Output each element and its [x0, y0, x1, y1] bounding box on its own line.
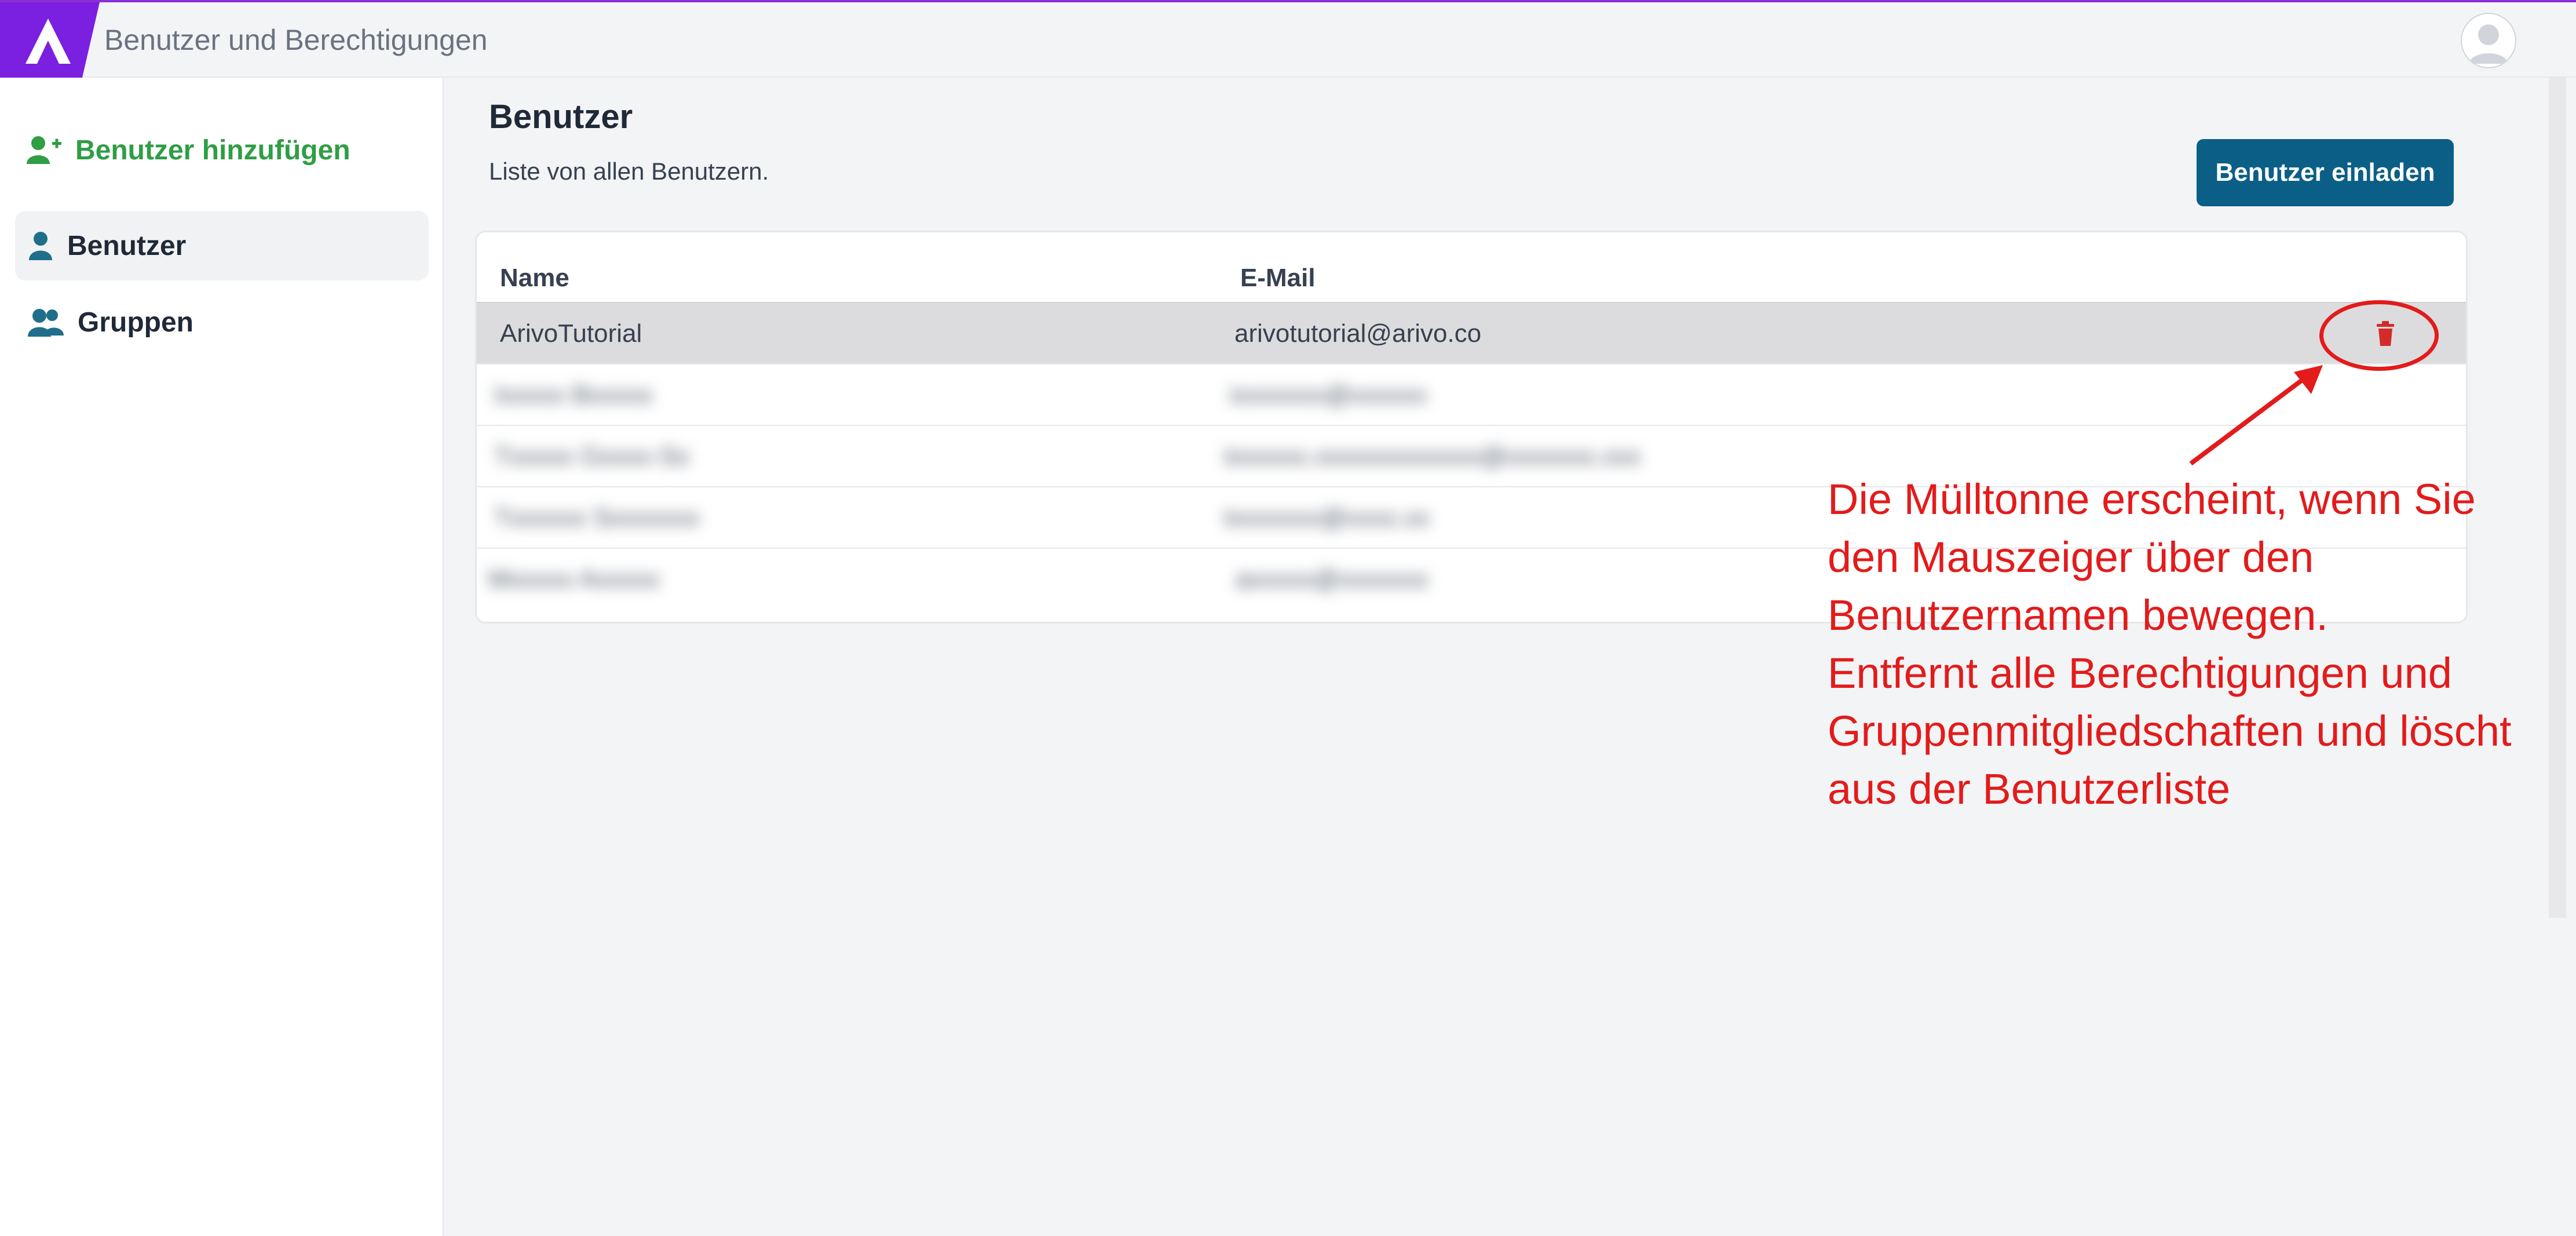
user-name: Txxxxxx Sxxxxxxx: [494, 504, 700, 532]
annotation-line: Die Mülltonne erscheint, wenn Sie: [1828, 475, 2476, 523]
top-bar: Benutzer und Berechtigungen: [0, 0, 2576, 80]
annotation-line: Entfernt alle Berechtigungen und: [1828, 649, 2452, 697]
annotation-line: Benutzernamen bewegen.: [1828, 591, 2328, 639]
logo-icon: [25, 19, 71, 64]
column-header-email[interactable]: E-Mail: [1240, 264, 1316, 293]
user-email: txxxxxxx@xxxx.xx: [1224, 504, 1430, 532]
column-header-name[interactable]: Name: [500, 264, 569, 293]
sidebar-item-label: Benutzer: [67, 230, 187, 261]
sidebar: Benutzer hinzufügen Benutzer Gruppen: [0, 78, 444, 1236]
app-logo[interactable]: [0, 2, 100, 80]
app-title: Benutzer und Berechtigungen: [104, 24, 488, 56]
user-email: ixxxxxxx@xxxxxx: [1230, 381, 1427, 409]
annotation-arrow: [2189, 365, 2323, 466]
page-title: Benutzer: [489, 98, 633, 136]
user-icon: [29, 232, 52, 260]
user-name: ArivoTutorial: [500, 319, 642, 348]
page-subtitle: Liste von allen Benutzern.: [489, 158, 769, 185]
annotation-line: Gruppenmitgliedschaften und löscht: [1828, 707, 2512, 755]
user-name: Mxxxxx Axxxxx: [488, 565, 660, 593]
avatar-icon: [2469, 24, 2508, 64]
annotation-text: Die Mülltonne erscheint, wenn Sie den Ma…: [1828, 471, 2563, 818]
user-avatar[interactable]: [2461, 13, 2516, 68]
highlight-ellipse: [2319, 300, 2439, 371]
table-row[interactable]: Ixxxxx Bxxxxx ixxxxxxx@xxxxxx: [477, 363, 2466, 425]
user-email: arivotutorial@arivo.co: [1234, 319, 1482, 348]
annotation-line: den Mauszeiger über den: [1828, 533, 2314, 581]
annotation-line: aus der Benutzerliste: [1828, 765, 2231, 813]
sidebar-item-benutzer[interactable]: Benutzer: [15, 211, 429, 280]
user-email: txxxxxx.xxxxxxxxxxxxx@xxxxxxx.xxx: [1224, 442, 1641, 471]
users-icon: [28, 309, 64, 337]
sidebar-item-gruppen[interactable]: Gruppen: [15, 287, 429, 357]
scrollbar[interactable]: [2549, 78, 2566, 918]
user-plus-icon: [27, 136, 61, 164]
invite-user-button[interactable]: Benutzer einladen: [2197, 139, 2454, 206]
user-email: axxxxx@xxxxxxx: [1236, 565, 1429, 593]
add-user-button[interactable]: Benutzer hinzufügen: [27, 130, 350, 170]
table-row[interactable]: ArivoTutorial arivotutorial@arivo.co: [477, 302, 2466, 363]
sidebar-item-label: Gruppen: [78, 307, 193, 338]
add-user-label: Benutzer hinzufügen: [75, 134, 350, 166]
user-name: Ixxxxx Bxxxxx: [494, 381, 653, 409]
user-name: Txxxxx Gxxxx-Sx: [494, 442, 690, 471]
